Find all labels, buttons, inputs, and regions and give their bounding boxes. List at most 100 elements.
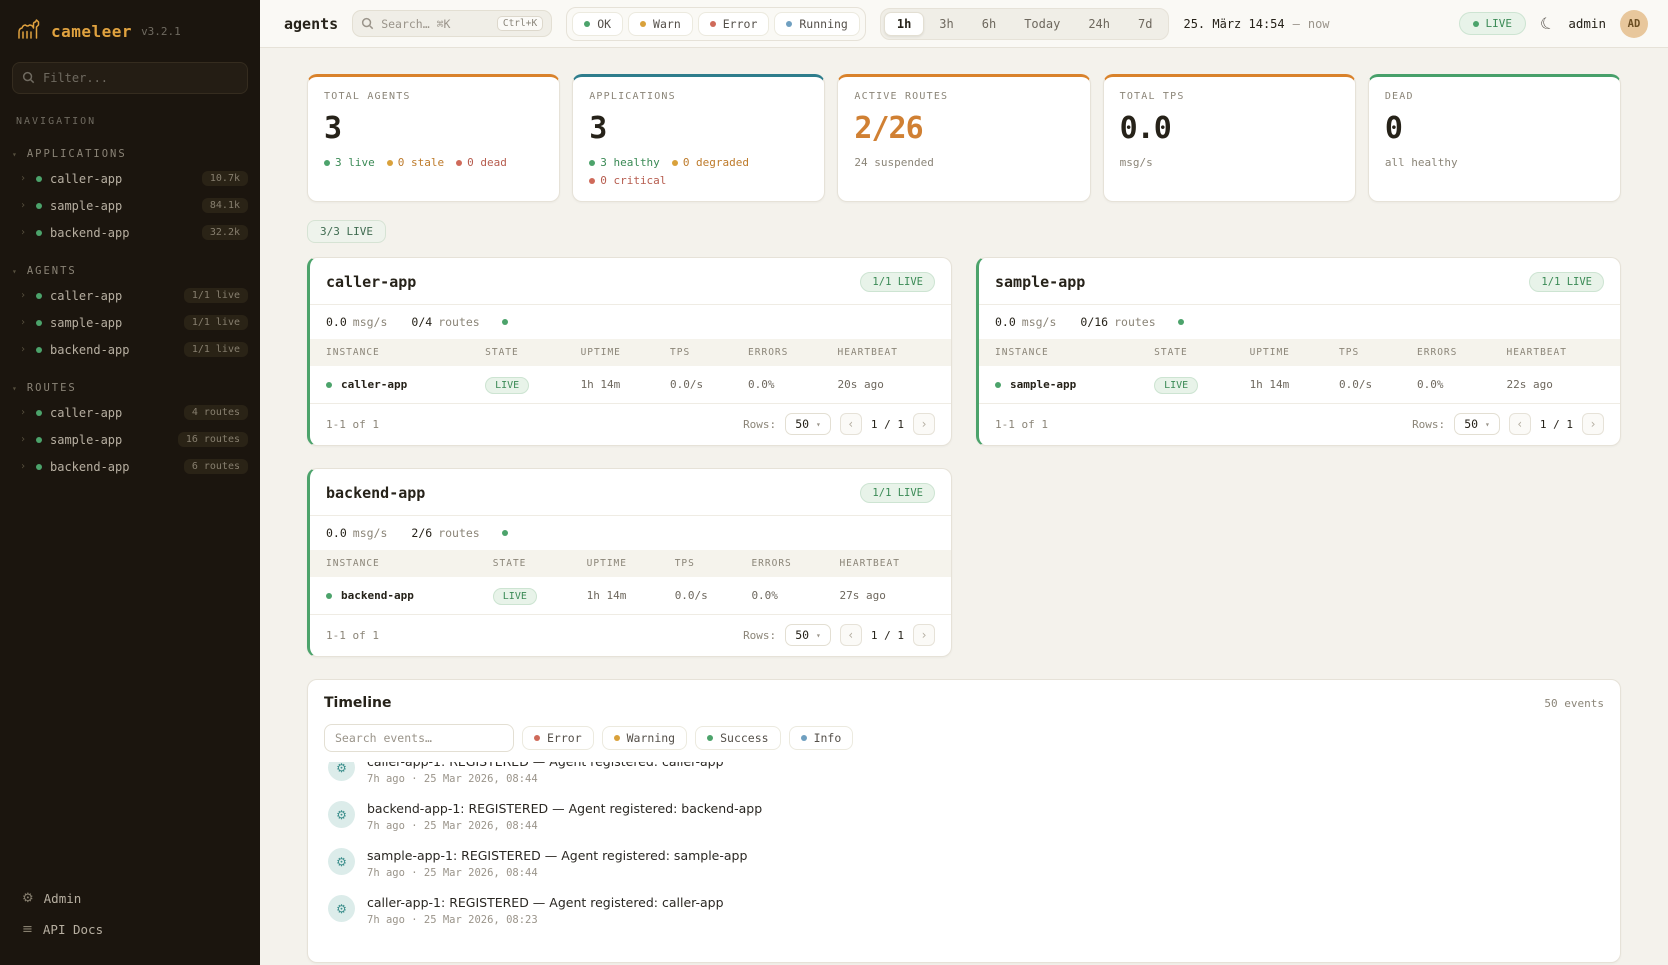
timeline-filter-warning[interactable]: Warning bbox=[602, 726, 687, 750]
prev-page-button[interactable]: ‹ bbox=[840, 413, 862, 435]
sidebar-item-backend-app-agent[interactable]: › backend-app 1/1 live bbox=[0, 336, 260, 363]
sidebar-item-sample-app-agent[interactable]: › sample-app 1/1 live bbox=[0, 309, 260, 336]
column-header: ERRORS bbox=[740, 339, 829, 366]
timeline-event[interactable]: ⚙ backend-app-1: REGISTERED — Agent regi… bbox=[324, 793, 1604, 840]
search-input[interactable] bbox=[381, 17, 490, 31]
stat-sub-text: 0 degraded bbox=[683, 156, 749, 169]
avatar[interactable]: AD bbox=[1620, 10, 1648, 38]
status-dot bbox=[36, 320, 42, 326]
rows-value: 50 bbox=[795, 628, 809, 642]
range-button-24h[interactable]: 24h bbox=[1075, 12, 1123, 36]
app-card-stats: 0.0 msg/s 0/4 routes bbox=[310, 305, 951, 339]
state-badge: LIVE bbox=[485, 377, 529, 394]
stat-sub: 0 degraded bbox=[672, 156, 749, 169]
app-card-backend-app: backend-app 1/1 LIVE 0.0 msg/s 2/6 route… bbox=[307, 468, 952, 657]
next-page-button[interactable]: › bbox=[1582, 413, 1604, 435]
next-page-button[interactable]: › bbox=[913, 413, 935, 435]
range-button-6h[interactable]: 6h bbox=[969, 12, 1009, 36]
datetime-start: 25. März 14:54 bbox=[1183, 17, 1284, 31]
camel-logo-icon bbox=[16, 18, 42, 44]
sidebar-section-header-applications[interactable]: ▾ APPLICATIONS bbox=[0, 143, 260, 165]
column-header: TPS bbox=[662, 339, 740, 366]
sidebar-item-sample-app-routes[interactable]: › sample-app 16 routes bbox=[0, 426, 260, 453]
sidebar-item-backend-app[interactable]: › backend-app 32.2k bbox=[0, 219, 260, 246]
filter-chip-ok[interactable]: OK bbox=[572, 12, 623, 36]
app-card-title[interactable]: sample-app bbox=[995, 273, 1085, 291]
next-page-button[interactable]: › bbox=[913, 624, 935, 646]
filter-chip-running[interactable]: Running bbox=[774, 12, 859, 36]
timeline-filter-info[interactable]: Info bbox=[789, 726, 854, 750]
dark-mode-toggle[interactable]: ☾ bbox=[1537, 12, 1557, 35]
range-button-1h[interactable]: 1h bbox=[884, 12, 924, 36]
column-header: UPTIME bbox=[579, 550, 667, 577]
range-button-3h[interactable]: 3h bbox=[926, 12, 966, 36]
table-row[interactable]: caller-app LIVE 1h 14m 0.0/s 0.0% 20s ag… bbox=[310, 366, 951, 404]
column-header: ERRORS bbox=[1409, 339, 1498, 366]
status-dot bbox=[36, 464, 42, 470]
range-button-today[interactable]: Today bbox=[1011, 12, 1073, 36]
prev-page-button[interactable]: ‹ bbox=[1509, 413, 1531, 435]
app-card-header: backend-app 1/1 LIVE bbox=[310, 469, 951, 516]
sidebar-item-badge: 1/1 live bbox=[184, 315, 248, 330]
sidebar-filter bbox=[12, 62, 248, 94]
page-indicator: 1 / 1 bbox=[871, 629, 904, 642]
table-row[interactable]: sample-app LIVE 1h 14m 0.0/s 0.0% 22s ag… bbox=[979, 366, 1620, 404]
keyboard-shortcut-badge: Ctrl+K bbox=[497, 16, 543, 31]
row-range-label: 1-1 of 1 bbox=[995, 418, 1048, 431]
app-card-header: caller-app 1/1 LIVE bbox=[310, 258, 951, 305]
timeline-filter-error[interactable]: Error bbox=[522, 726, 594, 750]
prev-page-button[interactable]: ‹ bbox=[840, 624, 862, 646]
activity-dot bbox=[502, 530, 508, 536]
sidebar-item-admin[interactable]: ⚙ Admin bbox=[14, 883, 246, 914]
stat-value: 0.0 bbox=[1120, 111, 1339, 146]
sidebar-item-label: caller-app bbox=[50, 289, 122, 303]
status-dot bbox=[707, 735, 713, 741]
table-row[interactable]: backend-app LIVE 1h 14m 0.0/s 0.0% 27s a… bbox=[310, 577, 951, 615]
logo: cameleer v3.2.1 bbox=[0, 0, 260, 58]
chevron-down-icon: ▾ bbox=[816, 631, 821, 640]
activity-dot bbox=[502, 319, 508, 325]
heartbeat-cell: 22s ago bbox=[1498, 366, 1620, 404]
moon-icon: ☾ bbox=[1537, 12, 1557, 35]
filter-chip-label: OK bbox=[597, 17, 611, 31]
sidebar-item-api-docs[interactable]: ≡ API Docs bbox=[14, 914, 246, 945]
timeline-search-input[interactable] bbox=[324, 724, 514, 752]
sidebar-item-caller-app-agent[interactable]: › caller-app 1/1 live bbox=[0, 282, 260, 309]
rows-per-page-select[interactable]: 50 ▾ bbox=[785, 624, 831, 646]
instance-name: caller-app bbox=[341, 378, 407, 391]
sidebar-item-badge: 1/1 live bbox=[184, 342, 248, 357]
stat-value: 3 bbox=[589, 111, 808, 146]
apps-grid: caller-app 1/1 LIVE 0.0 msg/s 0/4 routes… bbox=[307, 257, 1621, 657]
sidebar-section-header-agents[interactable]: ▾ AGENTS bbox=[0, 260, 260, 282]
sidebar-item-label: sample-app bbox=[50, 316, 122, 330]
timeline-event[interactable]: ⚙ caller-app-1: REGISTERED — Agent regis… bbox=[324, 762, 1604, 793]
sidebar-section-header-routes[interactable]: ▾ ROUTES bbox=[0, 377, 260, 399]
rows-per-page-select[interactable]: 50 ▾ bbox=[785, 413, 831, 435]
sidebar-item-caller-app-routes[interactable]: › caller-app 4 routes bbox=[0, 399, 260, 426]
sidebar-section-title: AGENTS bbox=[27, 265, 77, 277]
content: TOTAL AGENTS 3 3 live 0 stale 0 dead APP… bbox=[260, 48, 1668, 965]
rows-per-page-select[interactable]: 50 ▾ bbox=[1454, 413, 1500, 435]
column-header: TPS bbox=[1331, 339, 1409, 366]
sidebar-item-sample-app[interactable]: › sample-app 84.1k bbox=[0, 192, 260, 219]
column-header: INSTANCE bbox=[310, 339, 477, 366]
range-button-7d[interactable]: 7d bbox=[1125, 12, 1165, 36]
pagination: Rows: 50 ▾ ‹ 1 / 1 › bbox=[743, 413, 935, 435]
tps-value: 0.0 bbox=[995, 315, 1016, 329]
timeline-event[interactable]: ⚙ sample-app-1: REGISTERED — Agent regis… bbox=[324, 840, 1604, 887]
timeline-filter-success[interactable]: Success bbox=[695, 726, 780, 750]
stat-label: TOTAL TPS bbox=[1120, 91, 1339, 102]
app-card-title[interactable]: backend-app bbox=[326, 484, 425, 502]
app-card-title[interactable]: caller-app bbox=[326, 273, 416, 291]
status-dot bbox=[36, 203, 42, 209]
timeline-event[interactable]: ⚙ caller-app-1: REGISTERED — Agent regis… bbox=[324, 887, 1604, 934]
timeline-event-list[interactable]: ⚙ caller-app-1: REGISTERED — Agent regis… bbox=[324, 762, 1604, 962]
sidebar-item-label: sample-app bbox=[50, 199, 122, 213]
sidebar-filter-input[interactable] bbox=[12, 62, 248, 94]
filter-chip-warn[interactable]: Warn bbox=[628, 12, 693, 36]
sidebar-footer-label: API Docs bbox=[43, 922, 103, 937]
sidebar-item-caller-app[interactable]: › caller-app 10.7k bbox=[0, 165, 260, 192]
sidebar-item-backend-app-routes[interactable]: › backend-app 6 routes bbox=[0, 453, 260, 480]
filter-chip-error[interactable]: Error bbox=[698, 12, 770, 36]
column-header: UPTIME bbox=[1242, 339, 1331, 366]
